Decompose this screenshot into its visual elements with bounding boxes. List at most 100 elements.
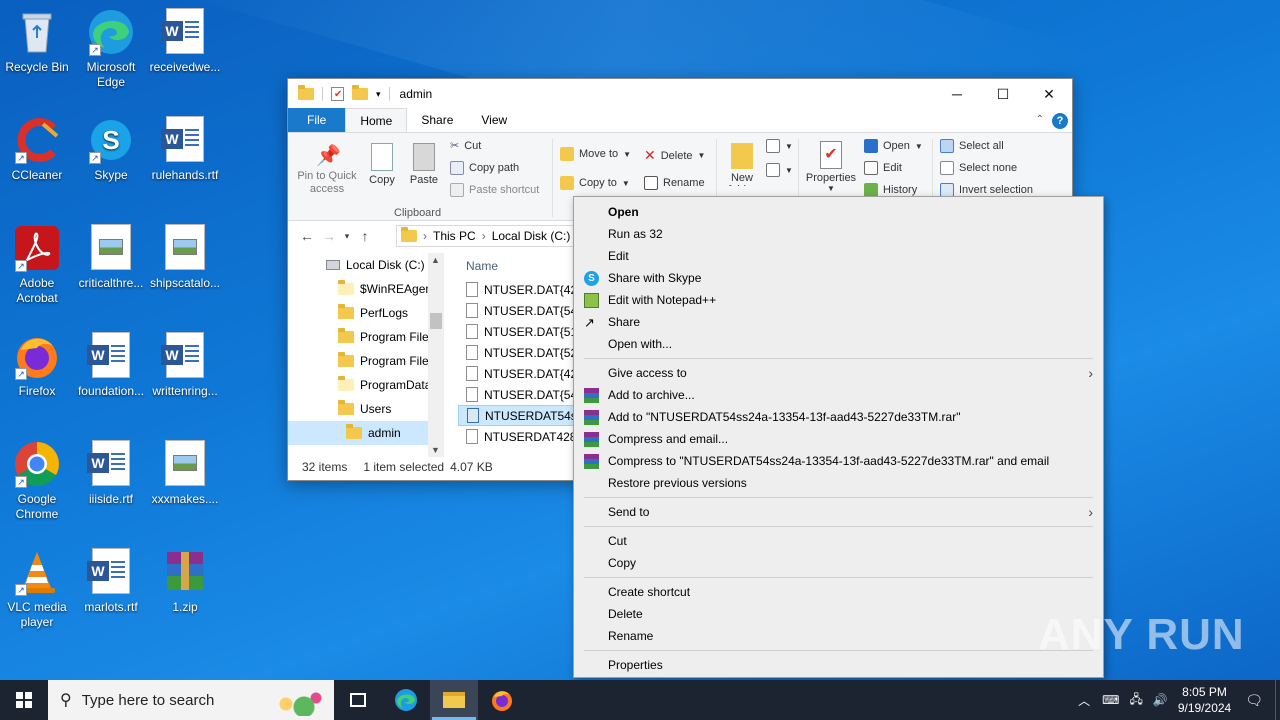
nav-item-users[interactable]: Users bbox=[288, 397, 444, 421]
list-item[interactable]: NTUSER.DAT{428 bbox=[458, 363, 578, 384]
edit-button[interactable]: Edit bbox=[864, 161, 902, 175]
notification-icon[interactable]: 🗨 bbox=[1245, 692, 1263, 709]
menu-item-share[interactable]: ↗ Share bbox=[574, 311, 1103, 333]
menu-item-edit[interactable]: Edit bbox=[574, 245, 1103, 267]
menu-item-run-as-32[interactable]: Run as 32 bbox=[574, 223, 1103, 245]
easy-access-button[interactable]: ▼ bbox=[766, 163, 793, 177]
menu-item-cut[interactable]: Cut bbox=[574, 530, 1103, 552]
desktop-icon-foundation[interactable]: W foundation... bbox=[74, 332, 148, 399]
desktop-icon-criticalthre[interactable]: criticalthre... bbox=[74, 224, 148, 291]
taskbar-search-box[interactable]: ⚲ Type here to search bbox=[48, 680, 334, 720]
up-arrow-icon[interactable]: ↑ bbox=[354, 228, 376, 244]
cut-button[interactable]: ✂ Cut bbox=[450, 139, 481, 153]
forward-arrow-icon[interactable]: → bbox=[318, 228, 340, 244]
list-item[interactable]: NTUSER.DAT{522 bbox=[458, 342, 578, 363]
scroll-down-icon[interactable]: ▼ bbox=[431, 445, 440, 455]
desktop-icon-ccleaner[interactable]: ↗ CCleaner bbox=[0, 116, 74, 183]
tab-view[interactable]: View bbox=[467, 108, 521, 132]
nav-item-program-files-x86[interactable]: Program Files bbox=[288, 349, 444, 373]
menu-item-edit-with-notepad[interactable]: Edit with Notepad++ bbox=[574, 289, 1103, 311]
select-none-button[interactable]: Select none bbox=[940, 161, 1017, 175]
desktop-icon-receivedwe[interactable]: W receivedwe... bbox=[148, 8, 222, 75]
scrollbar-thumb[interactable] bbox=[430, 313, 442, 329]
nav-item-programdata[interactable]: ProgramData bbox=[288, 373, 444, 397]
clock[interactable]: 8:05 PM 9/19/2024 bbox=[1178, 684, 1231, 716]
device-icon[interactable]: ⌨ bbox=[1102, 693, 1119, 707]
task-view-button[interactable] bbox=[334, 680, 382, 720]
menu-item-properties[interactable]: Properties bbox=[574, 654, 1103, 676]
breadcrumb-this-pc[interactable]: This PC bbox=[433, 229, 476, 243]
menu-item-add-to-rar[interactable]: Add to "NTUSERDAT54ss24a-13354-13f-aad43… bbox=[574, 406, 1103, 428]
desktop-icon-recycle-bin[interactable]: Recycle Bin bbox=[0, 8, 74, 75]
menu-item-rename[interactable]: Rename bbox=[574, 625, 1103, 647]
help-icon[interactable]: ? bbox=[1052, 113, 1068, 129]
desktop-icon-firefox[interactable]: ↗ Firefox bbox=[0, 332, 74, 399]
minimize-button[interactable]: ─ bbox=[934, 79, 980, 109]
customize-quick-access-icon[interactable]: ▾ bbox=[376, 89, 381, 100]
menu-item-add-to-archive[interactable]: Add to archive... bbox=[574, 384, 1103, 406]
nav-item-winreagent[interactable]: $WinREAgent bbox=[288, 277, 444, 301]
navigation-scrollbar[interactable]: ▲ ▼ bbox=[428, 253, 444, 457]
list-item[interactable]: NTUSER.DAT{511 bbox=[458, 321, 578, 342]
menu-item-open-with[interactable]: Open with... bbox=[574, 333, 1103, 355]
menu-item-share-with-skype[interactable]: S Share with Skype bbox=[574, 267, 1103, 289]
new-folder-quick-icon[interactable] bbox=[352, 85, 368, 100]
taskbar-edge-button[interactable] bbox=[382, 680, 430, 720]
nav-item-perflogs[interactable]: PerfLogs bbox=[288, 301, 444, 325]
recent-locations-icon[interactable]: ▾ bbox=[340, 231, 354, 242]
menu-item-compress-and-email[interactable]: Compress and email... bbox=[574, 428, 1103, 450]
menu-item-restore-previous-versions[interactable]: Restore previous versions bbox=[574, 472, 1103, 494]
list-item-selected[interactable]: NTUSERDAT54ss2 bbox=[458, 405, 578, 426]
menu-item-copy[interactable]: Copy bbox=[574, 552, 1103, 574]
menu-item-send-to[interactable]: Send to › bbox=[574, 501, 1103, 523]
desktop-icon-rulehands[interactable]: W rulehands.rtf bbox=[148, 116, 222, 183]
close-button[interactable]: ✕ bbox=[1026, 79, 1072, 109]
copy-path-button[interactable]: Copy path bbox=[450, 161, 519, 175]
desktop-icon-vlc[interactable]: ↗ VLC media player bbox=[0, 548, 74, 630]
menu-item-delete[interactable]: Delete bbox=[574, 603, 1103, 625]
new-item-button[interactable]: ▼ bbox=[766, 139, 793, 153]
breadcrumb-drive[interactable]: Local Disk (C:) bbox=[492, 229, 571, 243]
open-button[interactable]: Open ▼ bbox=[864, 139, 923, 153]
desktop-icon-marlots[interactable]: W marlots.rtf bbox=[74, 548, 148, 615]
column-header-name[interactable]: Name bbox=[458, 253, 578, 279]
taskbar-firefox-button[interactable] bbox=[478, 680, 526, 720]
desktop-icon-1zip[interactable]: 1.zip bbox=[148, 548, 222, 615]
desktop-icon-edge[interactable]: ↗ Microsoft Edge bbox=[74, 8, 148, 90]
desktop-icon-skype[interactable]: S ↗ Skype bbox=[74, 116, 148, 183]
title-bar[interactable]: ✔ ▾ admin ─ ☐ ✕ bbox=[288, 79, 1072, 109]
pin-to-quick-access-button[interactable]: 📌 Pin to Quick access bbox=[294, 143, 360, 196]
menu-item-open[interactable]: Open bbox=[574, 201, 1103, 223]
back-arrow-icon[interactable]: ← bbox=[296, 228, 318, 244]
desktop-icon-writtenring[interactable]: W writtenring... bbox=[148, 332, 222, 399]
menu-item-compress-rar-and-email[interactable]: Compress to "NTUSERDAT54ss24a-13354-13f-… bbox=[574, 450, 1103, 472]
desktop-icon-shipscatalo[interactable]: shipscatalo... bbox=[148, 224, 222, 291]
invert-selection-button[interactable]: Invert selection bbox=[940, 183, 1033, 197]
copy-button[interactable]: Copy bbox=[364, 143, 400, 186]
nav-item-admin[interactable]: admin bbox=[288, 421, 444, 445]
paste-button[interactable]: Paste bbox=[406, 143, 442, 186]
history-button[interactable]: History bbox=[864, 183, 917, 197]
new-folder-button[interactable]: New folder bbox=[722, 143, 762, 186]
desktop-icon-acrobat[interactable]: ↗ Adobe Acrobat bbox=[0, 224, 74, 306]
start-button[interactable] bbox=[0, 680, 48, 720]
list-item[interactable]: NTUSERDAT4280 bbox=[458, 426, 578, 447]
menu-item-create-shortcut[interactable]: Create shortcut bbox=[574, 581, 1103, 603]
delete-button[interactable]: ✕ Delete ▼ bbox=[644, 147, 705, 164]
network-icon[interactable]: 🖧 bbox=[1129, 690, 1142, 711]
scroll-up-icon[interactable]: ▲ bbox=[431, 255, 440, 265]
taskbar-file-explorer-button[interactable] bbox=[430, 680, 478, 720]
nav-item-program-files[interactable]: Program Files bbox=[288, 325, 444, 349]
show-hidden-icons-icon[interactable]: ︿ bbox=[1078, 692, 1090, 709]
collapse-ribbon-icon[interactable]: ⌃ bbox=[1036, 114, 1044, 125]
tab-home[interactable]: Home bbox=[345, 108, 408, 132]
select-all-button[interactable]: Select all bbox=[940, 139, 1004, 153]
maximize-button[interactable]: ☐ bbox=[980, 79, 1026, 109]
volume-icon[interactable]: 🔊 bbox=[1153, 693, 1168, 707]
list-item[interactable]: NTUSER.DAT{543 bbox=[458, 384, 578, 405]
rename-button[interactable]: Rename bbox=[644, 176, 705, 190]
desktop-icon-xxxmakes[interactable]: xxxmakes.... bbox=[148, 440, 222, 507]
nav-item-local-disk[interactable]: Local Disk (C:) bbox=[288, 253, 444, 277]
properties-quick-icon[interactable]: ✔ bbox=[331, 87, 344, 101]
list-item[interactable]: NTUSER.DAT{428 bbox=[458, 279, 578, 300]
